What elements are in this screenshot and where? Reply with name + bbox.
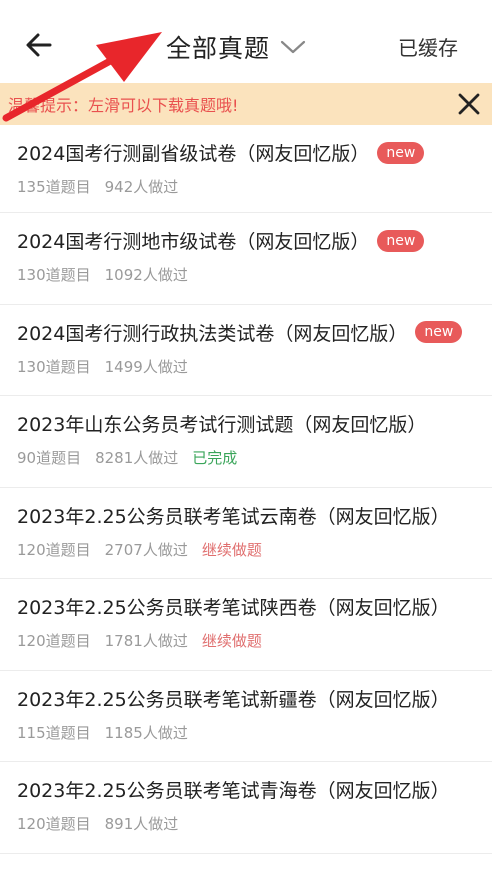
exam-meta: 90道题目 8281人做过 已完成 <box>17 447 251 468</box>
people-count: 1781人做过 <box>104 632 188 650</box>
people-count: 8281人做过 <box>95 449 179 467</box>
tip-text: 温馨提示：左滑可以下载真题哦! <box>8 96 239 115</box>
question-count: 120道题目 <box>17 815 91 833</box>
exam-title: 2024国考行测地市级试卷（网友回忆版） new <box>17 227 425 254</box>
chevron-down-icon <box>280 40 306 54</box>
cached-button[interactable]: 已缓存 <box>398 32 458 61</box>
progress-status: 继续做题 <box>201 540 262 559</box>
question-count: 130道题目 <box>17 357 91 376</box>
exam-title-text: 2023年2.25公务员联考笔试青海卷（网友回忆版） <box>17 780 450 802</box>
exam-meta: 130道题目 1092人做过 <box>17 264 202 285</box>
exam-title: 2023年山东公务员考试行测试题（网友回忆版） <box>17 410 426 437</box>
exam-title: 2023年2.25公务员联考笔试陕西卷（网友回忆版） <box>17 593 450 620</box>
exam-list-item[interactable]: 2023年2.25公务员联考笔试云南卷（网友回忆版） 120道题目 2707人做过继… <box>0 488 492 579</box>
question-count: 90道题目 <box>17 449 82 467</box>
exam-meta: 120道题目 2707人做过 继续做题 <box>17 539 276 560</box>
close-icon <box>458 93 480 115</box>
exam-list-item[interactable]: 2023年山东公务员考试行测试题（网友回忆版） 90道题目 8281人做过 已完成 <box>0 396 492 488</box>
exam-title-text: 2023年2.25公务员联考笔试陕西卷（网友回忆版） <box>17 597 450 619</box>
exam-title-text: 2023年2.25公务员联考笔试新疆卷（网友回忆版） <box>17 688 450 711</box>
exam-list-item[interactable]: 2024国考行测行政执法类试卷（网友回忆版） new 130道题目 1499人做过 <box>0 305 492 396</box>
people-count: 1499人做过 <box>104 357 188 376</box>
people-count: 2707人做过 <box>104 540 188 559</box>
exam-meta: 130道题目 1499人做过 <box>17 356 202 377</box>
question-count: 135道题目 <box>17 178 91 196</box>
new-badge: new <box>377 229 425 252</box>
exam-title: 2024国考行测副省级试卷（网友回忆版） new <box>17 139 425 166</box>
exam-meta: 120道题目 1781人做过 继续做题 <box>17 630 276 651</box>
question-count: 130道题目 <box>17 266 91 284</box>
question-count: 120道题目 <box>17 540 91 559</box>
exam-meta: 115道题目 1185人做过 <box>17 722 202 743</box>
exam-title-text: 2024国考行测副省级试卷（网友回忆版） <box>17 143 370 165</box>
exam-title-text: 2024国考行测地市级试卷（网友回忆版） <box>17 231 370 253</box>
tip-close-button[interactable] <box>456 91 482 117</box>
exam-title-text: 2024国考行测行政执法类试卷（网友回忆版） <box>17 322 408 345</box>
people-count: 1185人做过 <box>104 723 188 742</box>
exam-title: 2023年2.25公务员联考笔试新疆卷（网友回忆版） <box>17 685 450 712</box>
exam-meta: 120道题目 891人做过 <box>17 813 192 834</box>
question-count: 120道题目 <box>17 632 91 650</box>
exam-title: 2023年2.25公务员联考笔试青海卷（网友回忆版） <box>17 776 450 803</box>
exam-title-text: 2023年2.25公务员联考笔试云南卷（网友回忆版） <box>17 505 450 528</box>
people-count: 942人做过 <box>104 178 179 196</box>
people-count: 1092人做过 <box>104 266 188 284</box>
new-badge: new <box>377 141 425 164</box>
arrow-left-icon <box>26 33 52 57</box>
exam-list-item[interactable]: 2024国考行测地市级试卷（网友回忆版） new 130道题目 1092人做过 <box>0 213 492 305</box>
new-badge: new <box>415 321 463 343</box>
exam-title: 2024国考行测行政执法类试卷（网友回忆版） new <box>17 319 463 346</box>
exam-list-item[interactable]: 2023年2.25公务员联考笔试新疆卷（网友回忆版） 115道题目 1185人做过 <box>0 671 492 762</box>
exam-list-item[interactable]: 2023年2.25公务员联考笔试陕西卷（网友回忆版） 120道题目 1781人做过继… <box>0 579 492 671</box>
exam-title-text: 2023年山东公务员考试行测试题（网友回忆版） <box>17 414 427 436</box>
exam-title: 2023年2.25公务员联考笔试云南卷（网友回忆版） <box>17 502 450 529</box>
progress-status: 已完成 <box>192 449 238 467</box>
app-header: 全部真题 已缓存 <box>0 0 492 84</box>
exam-list-item[interactable]: 2024国考行测副省级试卷（网友回忆版） new 135道题目 942人做过 <box>0 125 492 213</box>
progress-status: 继续做题 <box>201 632 262 650</box>
exam-list: 2024国考行测副省级试卷（网友回忆版） new 135道题目 942人做过 2024国… <box>0 125 492 854</box>
back-button[interactable] <box>22 28 56 62</box>
page-title: 全部真题 <box>166 34 271 63</box>
category-dropdown[interactable]: 全部真题 <box>166 28 306 66</box>
exam-meta: 135道题目 942人做过 <box>17 176 192 197</box>
tip-banner: 温馨提示：左滑可以下载真题哦! <box>0 83 492 125</box>
exam-list-item[interactable]: 2023年2.25公务员联考笔试青海卷（网友回忆版） 120道题目 891人做过 <box>0 762 492 854</box>
people-count: 891人做过 <box>104 815 179 833</box>
question-count: 115道题目 <box>17 723 91 742</box>
